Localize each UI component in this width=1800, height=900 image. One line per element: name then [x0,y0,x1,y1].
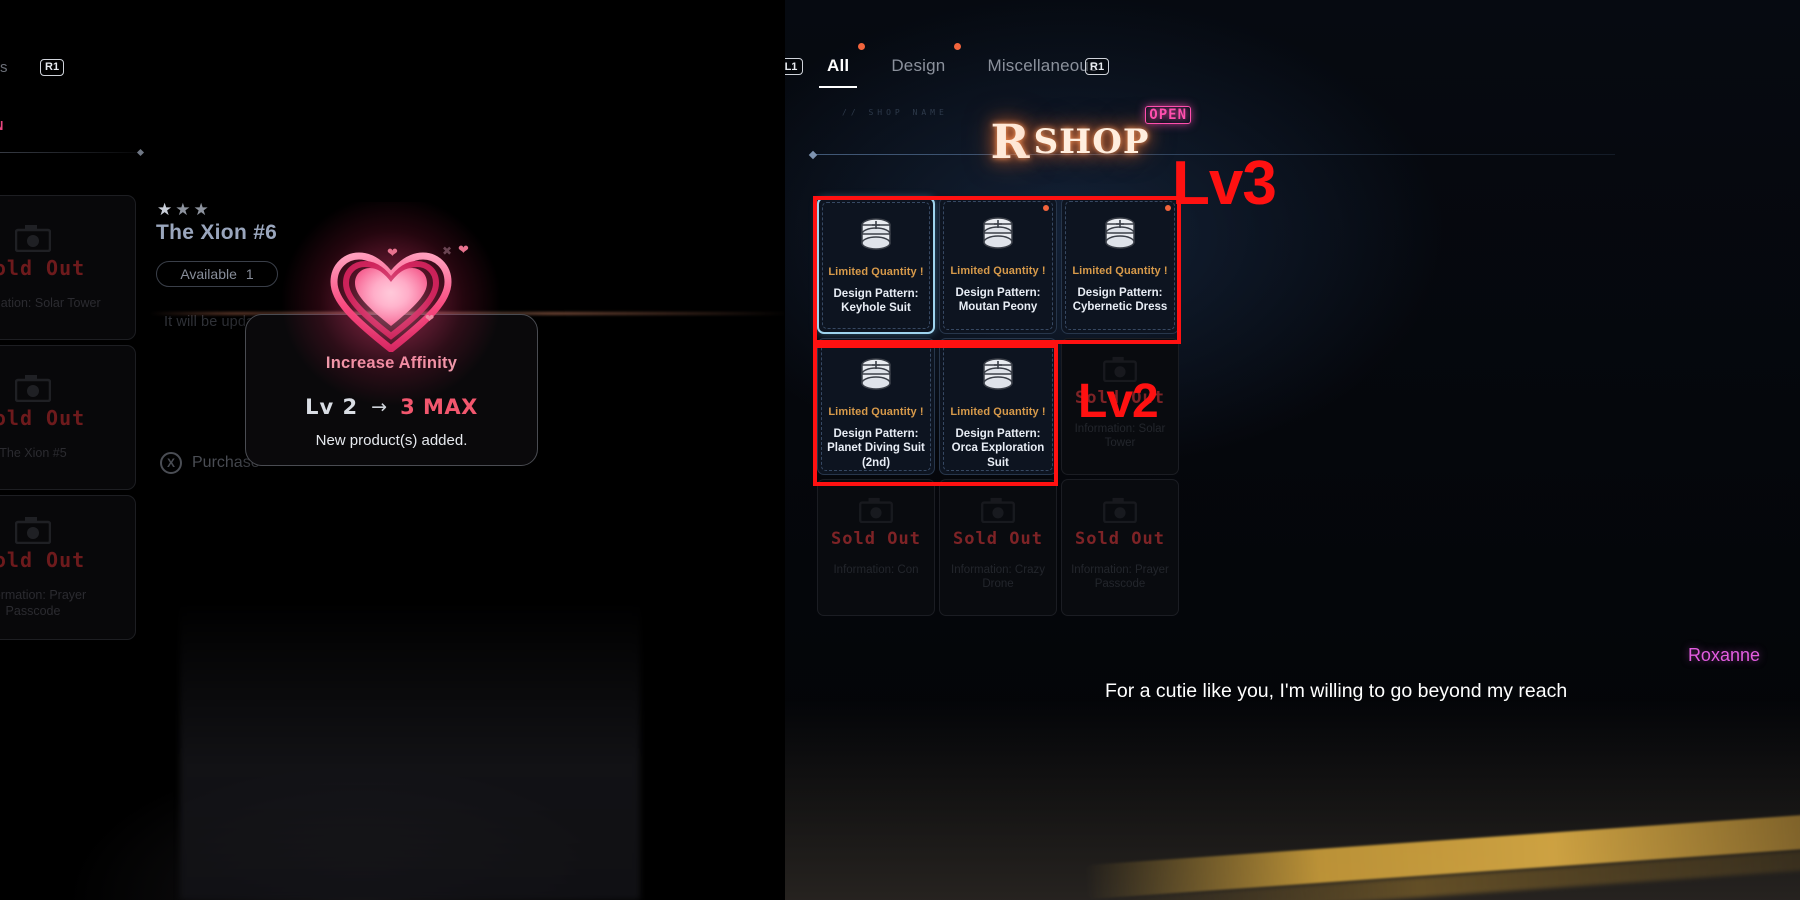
disk-icon [861,218,891,250]
left-topbar: s R1 [0,52,120,82]
dialogue-speaker-name: Roxanne [1687,645,1760,665]
disk-icon [983,217,1013,249]
right-panel: L1 All Design Miscellaneous R1 // SHOP N… [785,0,1800,900]
sparkle-icon: ✖ [442,244,453,258]
sold-out-label: Sold Out [831,529,921,549]
tab-new-dot-icon [858,43,866,50]
mini-heart-icon: ❤ [387,245,398,260]
shop-header: // SHOP NAME R SHOP OPEN [785,100,1800,180]
list-item[interactable]: Sold Out Information: Prayer Passcode [0,495,136,640]
disk-icon [983,358,1013,390]
shop-item-card[interactable]: Sold Out Information: Solar Tower [1061,338,1179,475]
shop-item-card[interactable]: Sold Out Information: Prayer Passcode [1061,479,1179,616]
shop-item-name: Design Pattern: Cybernetic Dress [1072,287,1168,314]
shop-item-name: Design Pattern: Keyhole Suit [833,288,919,315]
shop-item-card[interactable]: Limited Quantity ! Design Pattern: Cyber… [1061,197,1179,334]
camera-icon [15,374,51,402]
category-tabs: L1 All Design Miscellaneous R1 [785,43,1800,88]
disk-icon [1105,217,1135,249]
tab-miscellaneous-label: Miscellaneous [987,56,1098,75]
shop-item-name: Design Pattern: Orca Exploration Suit [951,428,1045,469]
sold-out-label: Sold Out [1075,388,1165,408]
left-item-title: The Xion #6 [156,221,278,244]
left-purchase-button[interactable]: X Purchase [160,452,260,474]
shop-open-badge: OPEN [1145,106,1191,124]
shop-item-badge: Limited Quantity ! [828,266,924,278]
camera-icon [15,516,51,544]
shop-header-divider [815,154,1615,155]
shop-item-name: Information: Solar Tower [1074,423,1166,450]
left-availability-label: Available [180,266,237,282]
new-item-dot-icon [1165,205,1171,211]
shop-item-badge: Limited Quantity ! [950,406,1046,418]
shop-item-card[interactable]: Sold Out Information: Con [817,479,935,616]
r1-key-chip[interactable]: R1 [1085,58,1110,75]
mini-heart-icon: ❤ [425,313,435,325]
star-empty-icon: ★ [175,200,194,219]
shop-item-badge: Limited Quantity ! [1072,265,1168,277]
affinity-heart-group: ❤ ✖ ❤ ❤ [280,202,502,407]
sold-out-label: Sold Out [953,529,1043,549]
tab-all[interactable]: All [818,43,866,88]
left-header-divider [0,152,140,153]
x-button-icon: X [160,452,182,474]
heart-glow [280,202,502,407]
tab-design-label: Design [891,56,946,75]
star-filled-icon: ★ [157,200,176,219]
camera-icon [859,497,893,523]
camera-icon [1103,497,1137,523]
r1-key-chip-left[interactable]: R1 [40,58,65,76]
sold-out-label: Sold Out [0,405,86,430]
disk-icon [861,358,891,390]
left-rarity-stars: ★★★ [157,200,212,220]
left-topbar-label: s [0,58,8,76]
shop-logo-initial: R [990,114,1030,170]
list-item-name: The Xion #5 [0,445,67,460]
left-availability-value: 1 [245,266,254,282]
shop-item-card[interactable]: Limited Quantity ! Design Pattern: Mouta… [939,197,1057,334]
shop-logo: R SHOP OPEN [955,106,1191,170]
shop-item-badge: Limited Quantity ! [828,406,924,418]
l1-key-chip[interactable]: L1 [785,58,803,75]
shop-tagline: // SHOP NAME [842,108,948,117]
affinity-subtitle: New product(s) added. [315,432,468,449]
tab-all-label: All [827,56,850,75]
tab-new-dot-icon [954,43,962,50]
screenshot-root: s R1 N Sold Out Information: Solar Tower [0,0,1800,900]
left-pink-badge: N [0,118,3,133]
list-item[interactable]: Sold Out Information: Solar Tower [0,195,136,340]
shop-item-name: Information: Crazy Drone [951,564,1045,591]
shop-item-badge: Limited Quantity ! [950,265,1046,277]
new-item-dot-icon [1043,205,1049,211]
tab-design[interactable]: Design [887,43,962,76]
shop-item-name: Information: Prayer Passcode [1071,564,1169,591]
star-empty-icon: ★ [193,200,212,219]
shop-item-name: Design Pattern: Planet Diving Suit (2nd) [827,428,925,469]
shop-item-grid: Limited Quantity ! Design Pattern: Keyho… [817,197,1187,616]
list-item[interactable]: Sold Out The Xion #5 [0,345,136,490]
left-panel: s R1 N Sold Out Information: Solar Tower [0,0,784,900]
left-floor-backdrop [180,600,640,900]
sold-out-label: Sold Out [0,547,86,572]
dialogue-text: For a cutie like you, I'm willing to go … [1105,680,1568,702]
shop-logo-word: SHOP [1033,122,1150,162]
camera-icon [1103,356,1137,382]
shop-item-card[interactable]: Limited Quantity ! Design Pattern: Plane… [817,338,935,475]
list-item-name: Information: Prayer Passcode [0,587,87,618]
shop-item-card[interactable]: Limited Quantity ! Design Pattern: Orca … [939,338,1057,475]
camera-icon [981,497,1015,523]
sold-out-label: Sold Out [1075,529,1165,549]
mini-heart-icon: ❤ [458,242,469,257]
shop-item-card[interactable]: Sold Out Information: Crazy Drone [939,479,1057,616]
shop-item-name: Information: Con [833,564,919,576]
sold-out-label: Sold Out [0,255,86,280]
list-item-name: Information: Solar Tower [0,295,101,310]
camera-icon [15,224,51,252]
left-item-list: Sold Out Information: Solar Tower Sold O… [0,195,140,645]
shop-item-card[interactable]: Limited Quantity ! Design Pattern: Keyho… [817,197,935,334]
left-availability-badge: Available 1 [156,261,278,287]
shop-item-name: Design Pattern: Moutan Peony [955,287,1041,314]
